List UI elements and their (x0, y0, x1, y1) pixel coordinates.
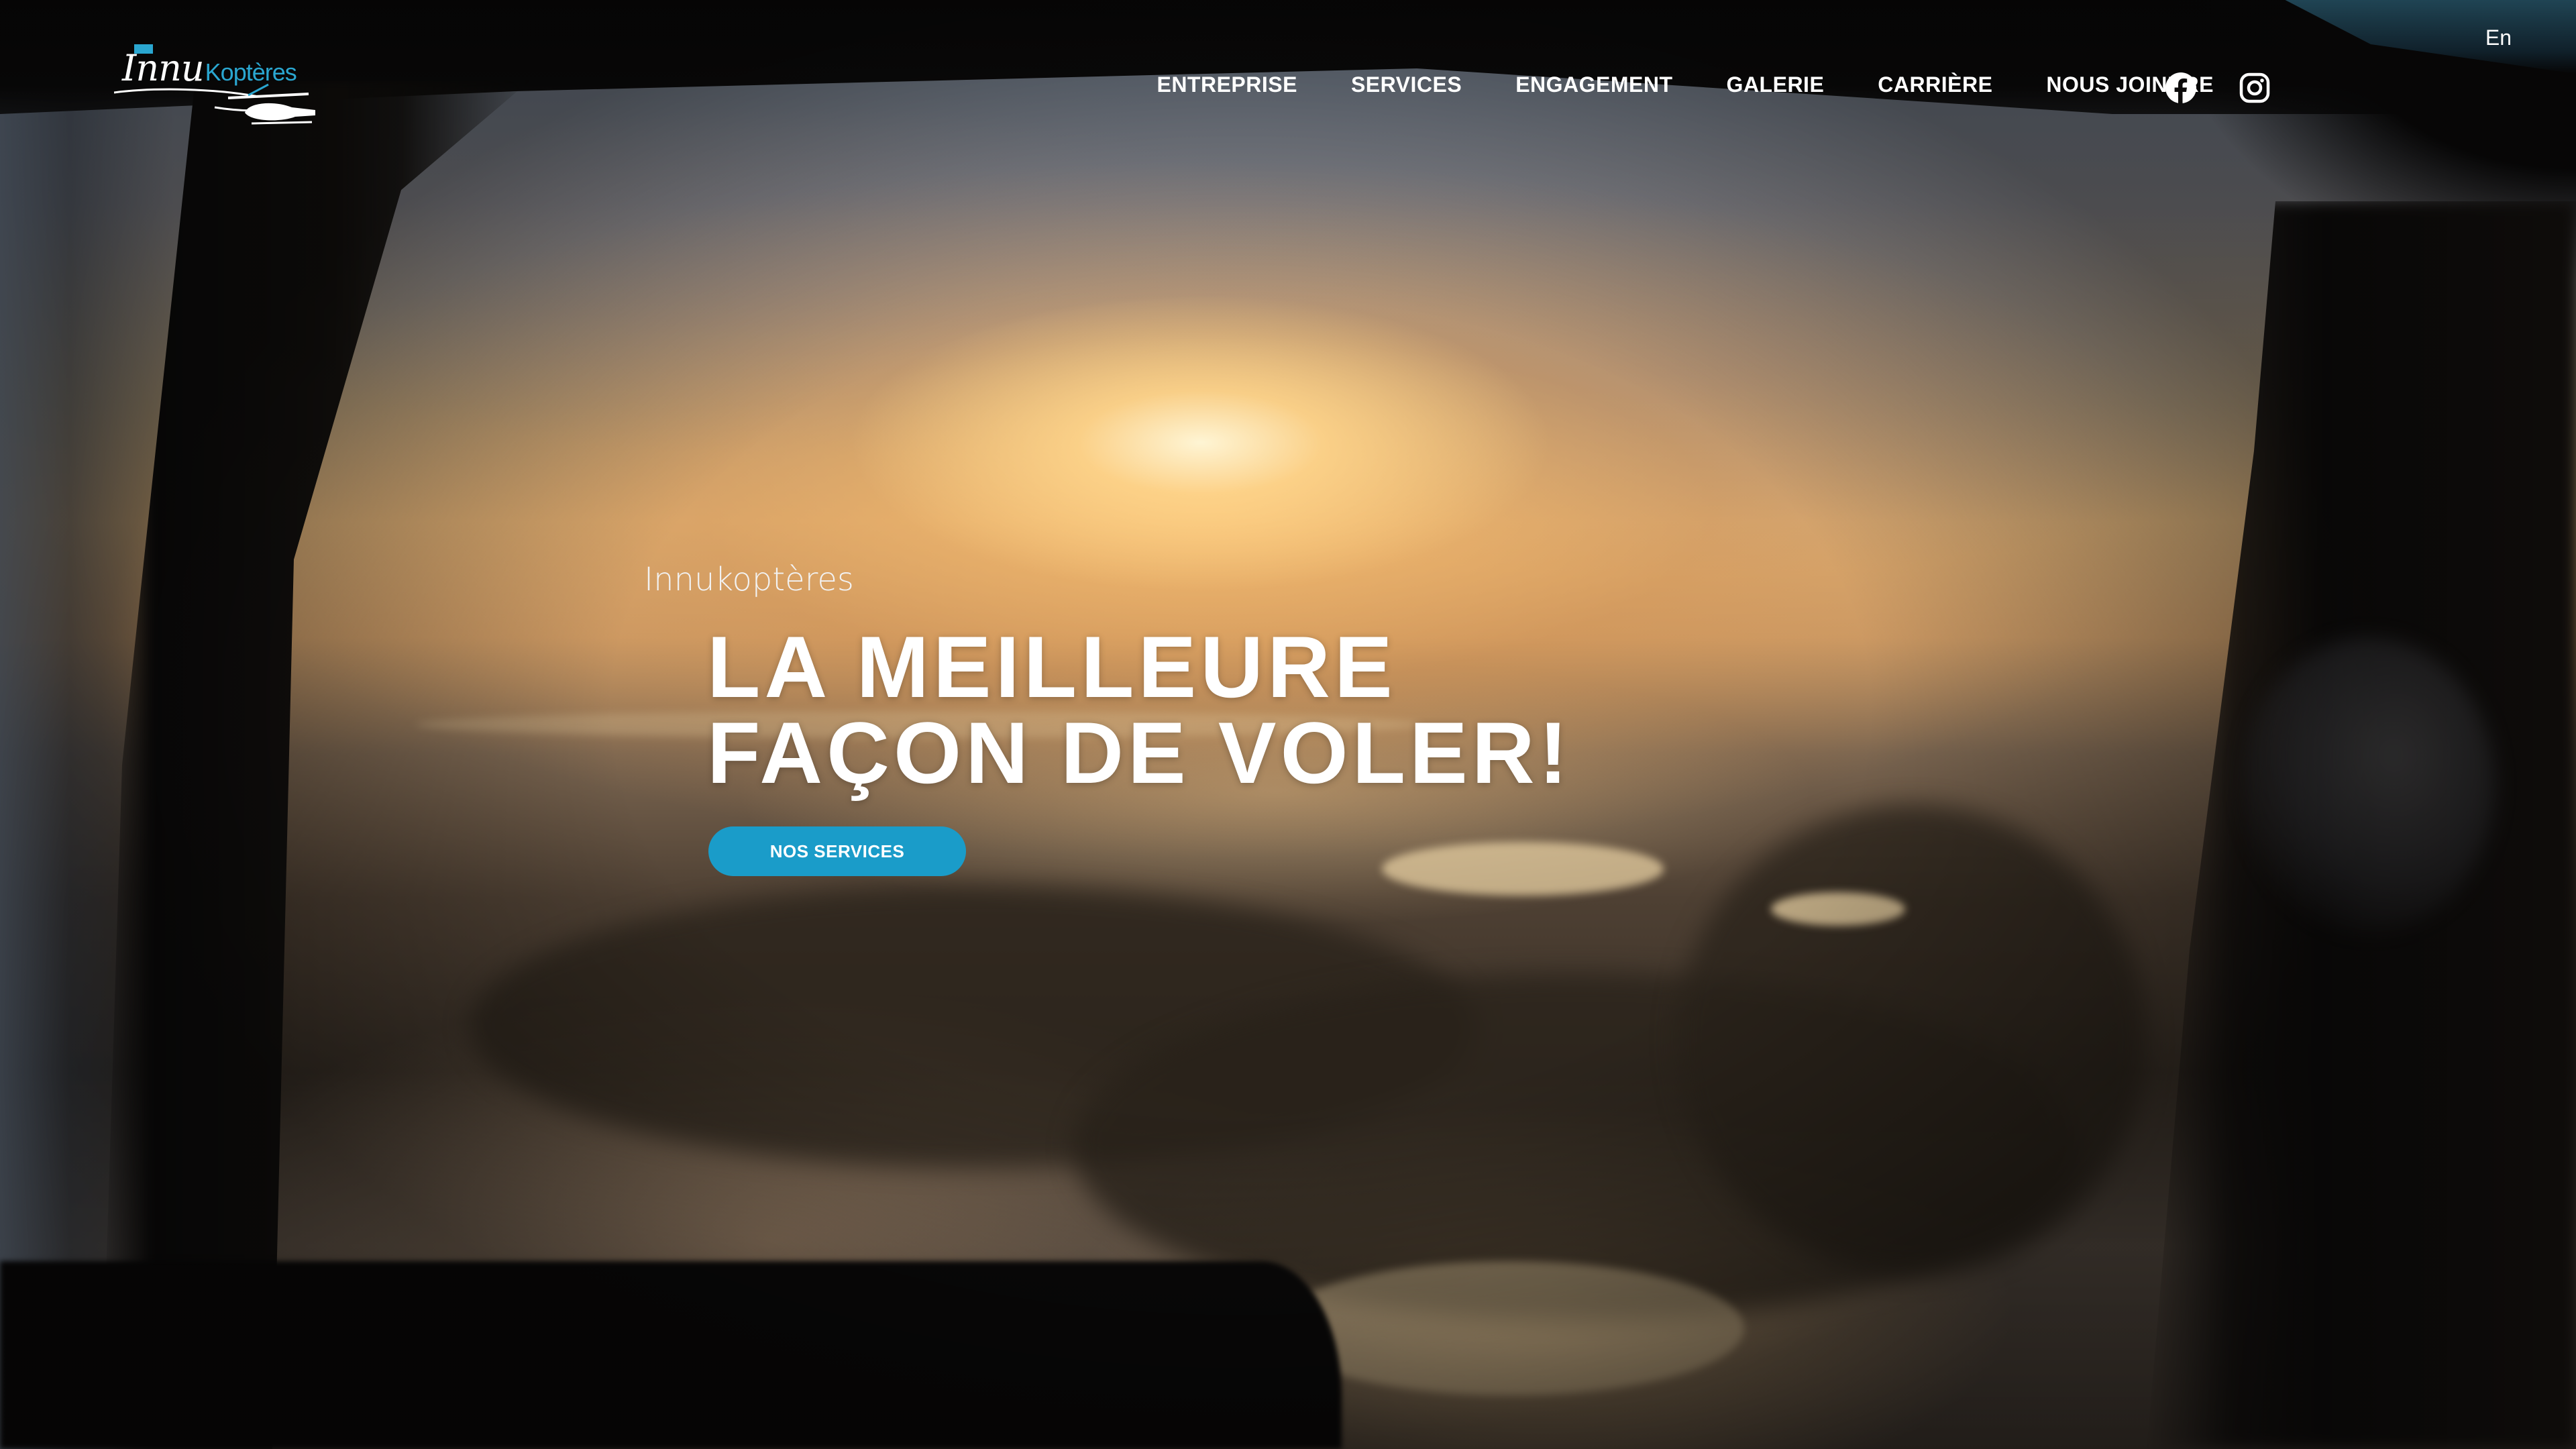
hero-headline-line-1: LA MEILLEURE (707, 618, 1397, 716)
nav-item-services[interactable]: SERVICES (1351, 72, 1462, 97)
facebook-link[interactable] (2164, 71, 2198, 105)
hero-headline-line-2: FAÇON DE VOLER! (707, 704, 1572, 802)
nav-item-galerie[interactable]: GALERIE (1727, 72, 1825, 97)
nav-item-engagement[interactable]: ENGAGEMENT (1515, 72, 1672, 97)
site-logo[interactable]: InnuKoptères (113, 40, 315, 141)
instagram-link[interactable] (2238, 71, 2271, 105)
hero-headline: LA MEILLEURE FAÇON DE VOLER! (707, 618, 1572, 802)
nav-item-carriere[interactable]: CARRIÈRE (1878, 72, 1992, 97)
page: InnuKoptères ENTREPRISE SERVICES ENGAGEM… (0, 0, 2576, 1449)
hero-eyebrow: Innukoptères (644, 561, 854, 598)
nos-services-button[interactable]: NOS SERVICES (708, 826, 966, 876)
logo-wordmark-main: Innu (122, 47, 205, 89)
logo-wordmark: InnuKoptères (122, 47, 297, 89)
instagram-icon (2239, 72, 2270, 103)
logo-wordmark-accent: Koptères (205, 58, 297, 86)
nav-item-entreprise[interactable]: ENTREPRISE (1157, 72, 1297, 97)
language-toggle[interactable]: En (2485, 25, 2512, 50)
facebook-icon (2165, 72, 2196, 103)
main-nav: ENTREPRISE SERVICES ENGAGEMENT GALERIE C… (1157, 72, 2214, 97)
